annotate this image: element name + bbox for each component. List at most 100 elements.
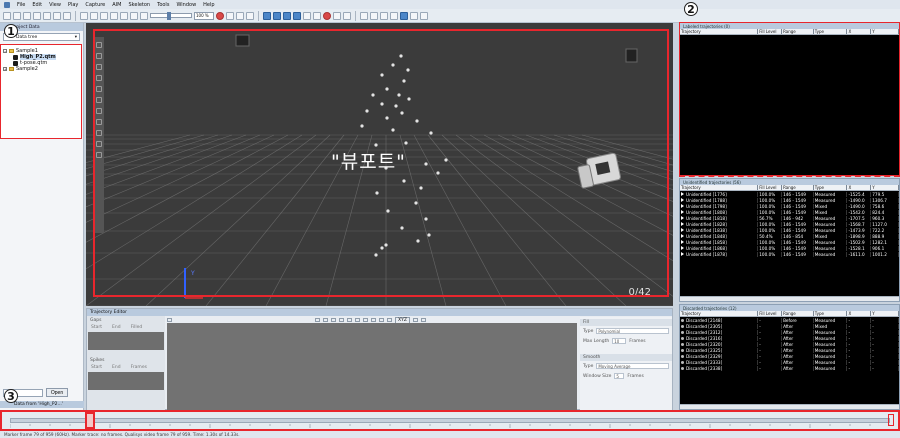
open-button[interactable]: Open bbox=[46, 388, 68, 397]
menu-skeleton[interactable]: Skeleton bbox=[128, 2, 150, 8]
select-marker-icon[interactable] bbox=[95, 108, 102, 114]
previous-gap-icon[interactable] bbox=[379, 318, 384, 322]
col-x[interactable]: X bbox=[847, 185, 872, 190]
table-row[interactable]: Discarded [2325] - After Measured - - bbox=[680, 347, 900, 353]
force-plate-icon[interactable] bbox=[333, 11, 341, 20]
col-trajectory[interactable]: Trajectory bbox=[680, 311, 759, 316]
col-type[interactable]: Type bbox=[814, 29, 848, 34]
rotate-tool-icon[interactable] bbox=[283, 11, 291, 20]
table-row[interactable]: Unidentified [1818] 56.7% 146 - 942 Measure… bbox=[680, 215, 900, 221]
measure-icon[interactable] bbox=[95, 97, 102, 103]
table-row[interactable]: Discarded [2333] - After Measured - - bbox=[680, 359, 900, 365]
marker-icon[interactable] bbox=[236, 11, 244, 20]
table-row[interactable]: Unidentified [1848] 50.4% 146 - 854 Mixed -1… bbox=[680, 233, 900, 239]
col-fill-level[interactable]: Fill Level bbox=[758, 311, 783, 316]
timeline-track[interactable] bbox=[10, 418, 890, 423]
table-row[interactable]: Unidentified [1798] 100.0% 146 - 1549 Mixed… bbox=[680, 203, 900, 209]
col-range[interactable]: Range bbox=[782, 29, 814, 34]
data-info-icon[interactable] bbox=[390, 11, 398, 20]
max-length-input[interactable]: 10 bbox=[612, 338, 627, 344]
grid-icon[interactable] bbox=[303, 11, 311, 20]
menu-view[interactable]: View bbox=[49, 2, 61, 8]
table-row[interactable]: Unidentified [1776] 100.0% 146 - 1549 Measu… bbox=[680, 191, 900, 197]
open-file-icon[interactable] bbox=[13, 11, 21, 20]
filter-icon[interactable] bbox=[95, 141, 102, 147]
go-to-start-icon[interactable] bbox=[80, 11, 88, 20]
camera-icon[interactable] bbox=[625, 48, 638, 63]
menu-play[interactable]: Play bbox=[68, 2, 78, 8]
zoom-tool-icon[interactable] bbox=[293, 11, 301, 20]
col-fill-level[interactable]: Fill Level bbox=[758, 185, 783, 190]
table-row[interactable]: Discarded [2305] - After Mixed - - bbox=[680, 323, 900, 329]
save-icon[interactable] bbox=[23, 11, 31, 20]
zoom-out-icon[interactable] bbox=[363, 318, 368, 322]
table-row[interactable]: Unidentified [1828] 100.0% 146 - 1549 Measu… bbox=[680, 221, 900, 227]
table-row[interactable]: Discarded [2329] - After Measured - - bbox=[680, 353, 900, 359]
col-y[interactable]: Y bbox=[871, 311, 900, 316]
menu-file[interactable]: File bbox=[17, 2, 25, 8]
bone-icon[interactable] bbox=[323, 11, 331, 20]
table-row[interactable]: Discarded [2312] - After Measured - - bbox=[680, 329, 900, 335]
cursor-icon[interactable] bbox=[95, 53, 102, 59]
fill-gap-icon[interactable] bbox=[339, 318, 344, 322]
trace-icon[interactable] bbox=[246, 11, 254, 20]
camera-icon[interactable] bbox=[576, 152, 621, 189]
gaps-list[interactable] bbox=[88, 332, 164, 350]
fill-type-select[interactable]: Polynomial bbox=[596, 328, 669, 334]
col-type[interactable]: Type bbox=[814, 185, 848, 190]
cut-icon[interactable] bbox=[331, 318, 336, 322]
collapse-icon[interactable]: − bbox=[3, 49, 7, 53]
menu-capture[interactable]: Capture bbox=[85, 2, 105, 8]
menu-aim[interactable]: AIM bbox=[112, 2, 121, 8]
timeline-playhead[interactable] bbox=[85, 412, 95, 429]
window-layout-icon[interactable] bbox=[360, 11, 368, 20]
smooth-type-select[interactable]: Moving Average bbox=[596, 363, 669, 369]
col-range[interactable]: Range bbox=[782, 311, 814, 316]
new-file-icon[interactable] bbox=[3, 11, 11, 20]
col-trajectory[interactable]: Trajectory bbox=[680, 29, 759, 34]
go-to-end-icon[interactable] bbox=[140, 11, 148, 20]
zoom-in-icon[interactable] bbox=[355, 318, 360, 322]
timeline-end-marker[interactable] bbox=[888, 414, 894, 426]
lock-icon[interactable] bbox=[167, 318, 172, 322]
undo-icon[interactable] bbox=[33, 11, 41, 20]
col-fill-level[interactable]: Fill Level bbox=[758, 29, 783, 34]
settings-icon[interactable] bbox=[95, 152, 102, 158]
col-y[interactable]: Y bbox=[871, 185, 900, 190]
col-x[interactable]: X bbox=[847, 311, 872, 316]
copy-icon[interactable] bbox=[323, 318, 328, 322]
settings-gear-icon[interactable] bbox=[343, 11, 351, 20]
plot-icon[interactable] bbox=[400, 11, 408, 20]
redo-icon[interactable] bbox=[43, 11, 51, 20]
trajectory-graph-area[interactable] bbox=[167, 323, 577, 411]
menu-window[interactable]: Window bbox=[176, 2, 196, 8]
timeline-icon[interactable] bbox=[380, 11, 388, 20]
table-row[interactable]: Unidentified [1878] 100.0% 146 - 1549 Measu… bbox=[680, 251, 900, 257]
next-gap-icon[interactable] bbox=[387, 318, 392, 322]
col-y[interactable]: Y bbox=[871, 29, 900, 34]
table-row[interactable]: Discarded [2338] - After Measured - - bbox=[680, 365, 900, 371]
record-icon[interactable] bbox=[216, 11, 224, 20]
table-row[interactable]: Unidentified [1838] 100.0% 146 - 1549 Measu… bbox=[680, 227, 900, 233]
3d-viewport[interactable]: Y "뷰포트" 0/42 bbox=[86, 23, 673, 306]
playback-speed-slider[interactable] bbox=[150, 12, 192, 20]
table-row[interactable]: Discarded [2148] - Before Measured - - bbox=[680, 317, 900, 323]
bone-icon[interactable] bbox=[95, 130, 102, 136]
pan-icon[interactable] bbox=[95, 75, 102, 81]
table-row[interactable]: Unidentified [1808] 100.0% 146 - 1549 Mixed… bbox=[680, 209, 900, 215]
fullscreen-icon[interactable] bbox=[420, 11, 428, 20]
horizontal-scrollbar[interactable] bbox=[680, 404, 899, 409]
tree-item-sample2[interactable]: + Sample2 bbox=[3, 66, 79, 72]
col-type[interactable]: Type bbox=[814, 311, 848, 316]
smooth-icon[interactable] bbox=[347, 318, 352, 322]
window-split-icon[interactable] bbox=[370, 11, 378, 20]
camera-icon[interactable] bbox=[235, 34, 250, 47]
expand-icon[interactable]: + bbox=[3, 67, 7, 71]
view-2d-icon[interactable] bbox=[53, 11, 61, 20]
fit-icon[interactable] bbox=[371, 318, 376, 322]
col-trajectory[interactable]: Trajectory bbox=[680, 185, 759, 190]
menu-tools[interactable]: Tools bbox=[157, 2, 169, 8]
layout-icon[interactable] bbox=[412, 318, 418, 322]
reset-view-icon[interactable] bbox=[95, 42, 102, 48]
table-row[interactable]: Discarded [2320] - After Measured - - bbox=[680, 341, 900, 347]
